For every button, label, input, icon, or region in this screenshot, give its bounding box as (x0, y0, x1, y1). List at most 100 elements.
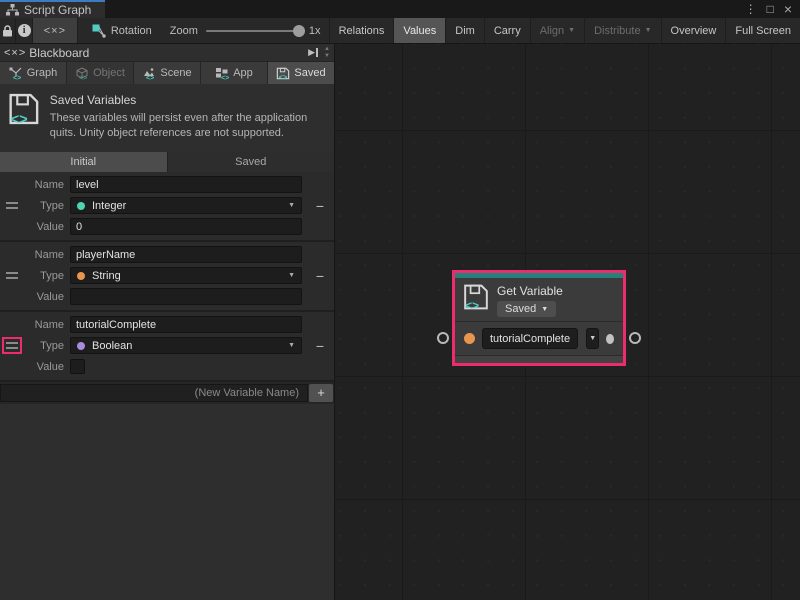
blackboard-header: <×> Blackboard ▶ ▲ ▼ (0, 44, 334, 62)
zoom-control: Zoom 1x (162, 18, 329, 43)
carry-button[interactable]: Carry (485, 18, 531, 43)
caret-down-icon: ▼ (288, 202, 295, 209)
get-variable-node[interactable]: <> Get Variable Saved ▼ tutorialComplete… (452, 270, 626, 366)
variable-name-input[interactable] (70, 316, 302, 333)
relations-button[interactable]: Relations (330, 18, 395, 43)
variable-row-level: Name Type Integer ▼ Value − (0, 172, 334, 242)
type-label: Type (24, 270, 64, 282)
tab-saved[interactable]: <> Saved (268, 62, 334, 84)
variable-name-input[interactable] (70, 246, 302, 263)
type-color-dot (77, 272, 85, 280)
variable-type-dropdown[interactable]: Integer ▼ (70, 197, 302, 214)
variable-scope-tabs: <> Graph <> Object <> Scene <> (0, 62, 334, 84)
saved-variables-icon: <> (8, 92, 40, 126)
distribute-label: Distribute (594, 25, 640, 37)
saved-variable-icon: <> (463, 283, 489, 311)
variable-value-input[interactable] (70, 288, 302, 305)
tab-title: Script Graph (24, 3, 91, 17)
values-button[interactable]: Values (394, 18, 446, 43)
variable-row-tutorialcomplete: Name Type Boolean ▼ Value − (0, 312, 334, 382)
output-port[interactable] (606, 334, 614, 344)
node-header: <> Get Variable Saved ▼ (455, 278, 623, 321)
variable-name-dropdown[interactable]: tutorialComplete (482, 328, 578, 349)
minus-icon: − (316, 268, 324, 284)
new-variable-input[interactable] (0, 384, 308, 402)
carry-label: Carry (494, 25, 521, 37)
zoom-slider[interactable] (206, 30, 301, 32)
variable-row-playername: Name Type String ▼ Value − (0, 242, 334, 312)
lock-button[interactable] (0, 18, 16, 43)
window-close-icon[interactable]: × (784, 2, 792, 16)
window-maximize-icon[interactable]: □ (767, 3, 774, 15)
info-button[interactable]: i (16, 18, 32, 43)
tab-scene-label: Scene (160, 67, 191, 79)
values-label: Values (403, 25, 436, 37)
svg-text:<>: <> (146, 75, 154, 80)
tab-script-graph[interactable]: Script Graph (0, 0, 105, 18)
object-tab-icon: <> (75, 67, 89, 80)
remove-variable-button[interactable]: − (306, 338, 334, 354)
window-menu-icon[interactable]: ⋮ (745, 3, 757, 15)
info-description: These variables will persist even after … (50, 111, 326, 142)
drag-handle-highlighted[interactable] (4, 339, 20, 352)
tab-scene[interactable]: <> Scene (134, 62, 200, 84)
spin-up-icon[interactable]: ▲ (324, 46, 330, 52)
variable-type-dropdown[interactable]: String ▼ (70, 267, 302, 284)
node-right-connection-port[interactable] (629, 332, 641, 344)
tab-object[interactable]: <> Object (67, 62, 133, 84)
name-label: Name (24, 319, 64, 331)
zoom-slider-handle[interactable] (293, 25, 305, 37)
variable-name-input[interactable] (70, 176, 302, 193)
svg-text:<>: <> (279, 72, 288, 79)
drag-handle[interactable] (4, 199, 20, 212)
dim-button[interactable]: Dim (446, 18, 485, 43)
distribute-dropdown[interactable]: Distribute ▼ (585, 18, 661, 43)
variable-kind-dropdown[interactable]: Saved ▼ (497, 301, 556, 317)
tab-object-label: Object (93, 67, 125, 79)
svg-text:<>: <> (79, 75, 87, 80)
spin-down-icon[interactable]: ▼ (324, 53, 330, 59)
initial-saved-tabs: Initial Saved (0, 152, 334, 172)
type-label: Type (24, 340, 64, 352)
caret-down-icon: ▼ (288, 342, 295, 349)
overview-label: Overview (671, 25, 717, 37)
variable-value-input[interactable] (70, 218, 302, 235)
variable-name-dropdown-arrow[interactable]: ▼ (586, 328, 599, 349)
new-variable-row: + (0, 382, 334, 404)
caret-down-icon: ▼ (645, 27, 652, 34)
plus-icon: + (317, 385, 325, 400)
tab-app-label: App (233, 67, 253, 79)
align-dropdown[interactable]: Align ▼ (531, 18, 585, 43)
type-color-dot (77, 342, 85, 350)
graph-canvas[interactable]: <> Get Variable Saved ▼ tutorialComplete… (335, 44, 800, 600)
scroll-spinner[interactable]: ▲ ▼ (324, 46, 330, 59)
svg-text:<>: <> (13, 75, 21, 80)
align-label: Align (540, 25, 564, 37)
caret-down-icon: ▼ (541, 306, 548, 313)
graph-hierarchy-icon (6, 4, 19, 16)
variable-value-checkbox[interactable] (70, 359, 85, 374)
input-port[interactable] (464, 333, 475, 344)
node-left-connection-port[interactable] (437, 332, 449, 344)
rotation-control[interactable]: Rotation (78, 18, 162, 43)
tab-saved-values[interactable]: Saved (168, 152, 335, 172)
name-label: Name (24, 179, 64, 191)
variable-list: Name Type Integer ▼ Value − (0, 172, 334, 404)
type-value: Boolean (92, 340, 132, 352)
dock-panel-icon[interactable]: ▶ (308, 48, 318, 57)
graph-toolbar: i <×> Rotation Zoom 1x Relations Values … (0, 18, 800, 44)
tab-initial[interactable]: Initial (0, 152, 167, 172)
tab-graph[interactable]: <> Graph (0, 62, 66, 84)
add-variable-button[interactable]: + (309, 384, 333, 402)
remove-variable-button[interactable]: − (306, 268, 334, 284)
overview-button[interactable]: Overview (662, 18, 727, 43)
blackboard-panel: <×> Blackboard ▶ ▲ ▼ <> Graph <> Object (0, 44, 335, 600)
variable-type-dropdown[interactable]: Boolean ▼ (70, 337, 302, 354)
tab-app[interactable]: <> App (201, 62, 267, 84)
node-footer (455, 356, 623, 363)
variables-toggle-button[interactable]: <×> (33, 18, 78, 43)
caret-down-icon: ▼ (288, 272, 295, 279)
fullscreen-button[interactable]: Full Screen (726, 18, 800, 43)
remove-variable-button[interactable]: − (306, 198, 334, 214)
drag-handle[interactable] (4, 269, 20, 282)
